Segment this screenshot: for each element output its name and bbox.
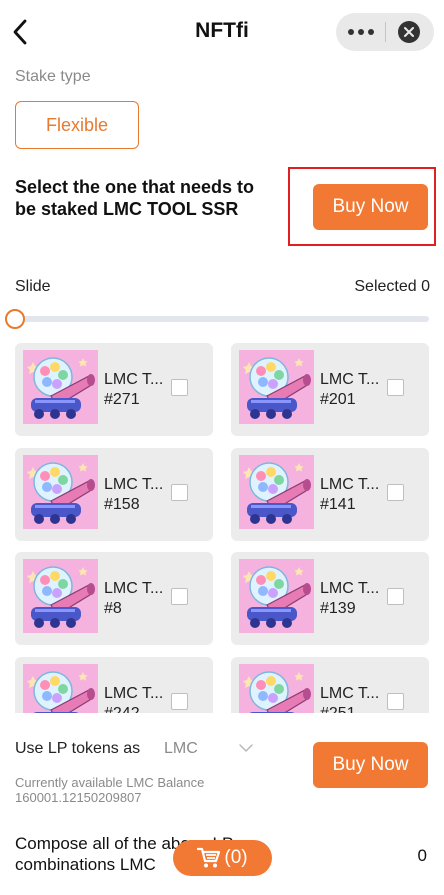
nft-card[interactable]: LMC T... #271	[15, 343, 213, 436]
nft-grid: LMC T... #271 LMC T... #201 LMC T... #158 LMC …	[15, 343, 429, 713]
nft-name: LMC T...	[320, 371, 380, 388]
close-button[interactable]	[398, 21, 420, 43]
nft-id: #251	[320, 704, 356, 714]
nft-id: #271	[104, 391, 140, 408]
nft-name: LMC T...	[320, 684, 380, 702]
nft-id: #141	[320, 495, 356, 513]
nft-card[interactable]: LMC T... #201	[231, 343, 429, 436]
chevron-down-icon[interactable]	[238, 740, 254, 756]
buy-now-button[interactable]: Buy Now	[313, 184, 428, 230]
nft-id: #242	[104, 704, 140, 714]
cart-icon	[197, 847, 221, 868]
nft-name: LMC T...	[320, 475, 380, 493]
nft-name: LMC T...	[104, 580, 164, 597]
nft-thumbnail	[239, 454, 314, 529]
nft-checkbox[interactable]	[387, 588, 404, 605]
selected-count-value: 0	[421, 278, 430, 295]
nft-id: #158	[104, 495, 140, 513]
selection-slider-track[interactable]	[15, 316, 429, 322]
lp-token-select[interactable]: LMC	[164, 740, 198, 758]
nft-thumbnail	[23, 350, 98, 424]
cart-button[interactable]: (0)	[173, 840, 272, 876]
nft-checkbox[interactable]	[171, 483, 188, 501]
nft-checkbox[interactable]	[387, 379, 404, 396]
selected-label: Selected	[354, 278, 417, 295]
nft-name: LMC T...	[104, 475, 164, 493]
nft-thumbnail	[23, 663, 98, 713]
nft-name: LMC T...	[104, 371, 164, 388]
stake-type-label: Stake type	[15, 68, 91, 85]
cart-count: (0)	[224, 847, 248, 868]
nft-thumbnail	[23, 454, 98, 529]
nft-thumbnail	[239, 350, 314, 424]
more-dots-icon	[348, 29, 354, 35]
buy-now-lp-button[interactable]: Buy Now	[313, 742, 428, 788]
nft-thumbnail	[23, 559, 98, 633]
nft-id: #8	[104, 600, 122, 617]
stake-type-flexible-button[interactable]: Flexible	[15, 101, 139, 149]
nft-id: #139	[320, 600, 356, 617]
nft-id: #201	[320, 391, 356, 408]
nft-name: LMC T...	[104, 684, 164, 702]
selected-count: Selected 0	[354, 278, 430, 296]
close-circle-icon	[404, 27, 414, 37]
nft-thumbnail	[239, 559, 314, 633]
stake-instruction-text: Select the one that needs to be staked L…	[15, 177, 255, 219]
nft-card[interactable]: LMC T... #141	[231, 447, 429, 541]
balance-value: 160001.12150209807	[15, 790, 142, 805]
compose-value: 0	[417, 846, 427, 865]
lp-tokens-label: Use LP tokens as	[15, 740, 141, 757]
nft-name: LMC T...	[320, 580, 380, 597]
more-button[interactable]	[336, 13, 386, 51]
nft-card[interactable]: LMC T... #242	[15, 656, 213, 714]
nft-card[interactable]: LMC T... #251	[231, 656, 429, 714]
nft-checkbox[interactable]	[171, 692, 188, 710]
slide-label: Slide	[15, 278, 51, 295]
nft-checkbox[interactable]	[171, 379, 188, 396]
nft-card[interactable]: LMC T... #139	[231, 552, 429, 645]
nav-bar: NFTfi	[0, 0, 444, 64]
nft-thumbnail	[239, 663, 314, 713]
selection-slider-thumb[interactable]	[5, 309, 25, 329]
balance-label: Currently available LMC Balance	[15, 775, 205, 790]
nft-card[interactable]: LMC T... #158	[15, 447, 213, 541]
nft-card[interactable]: LMC T... #8	[15, 552, 213, 645]
nft-checkbox[interactable]	[171, 588, 188, 605]
mini-program-capsule	[336, 13, 434, 51]
capsule-divider	[385, 22, 386, 42]
nft-checkbox[interactable]	[387, 483, 404, 501]
nft-checkbox[interactable]	[387, 692, 404, 710]
